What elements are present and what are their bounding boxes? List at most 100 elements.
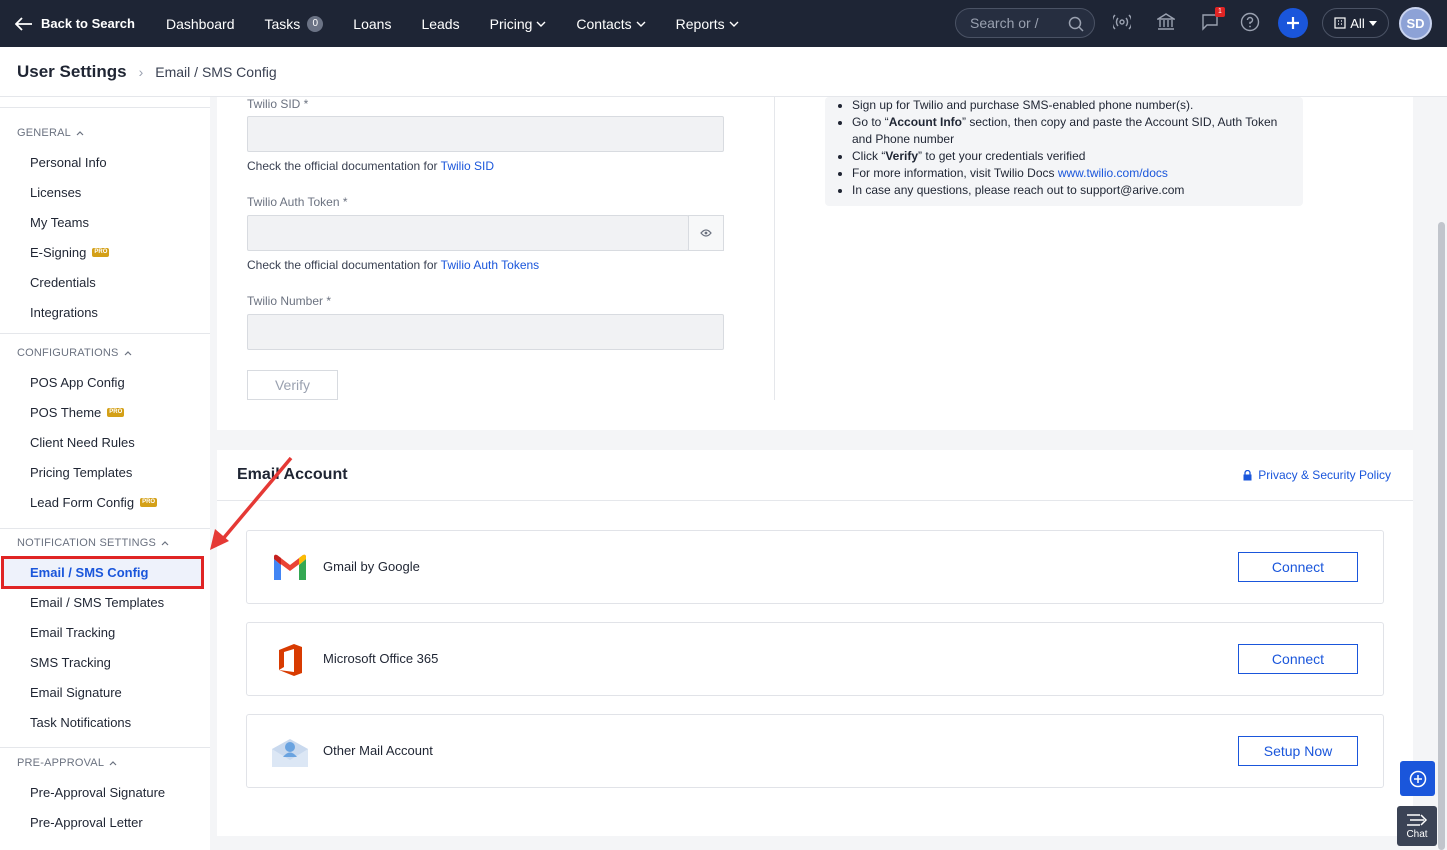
sidebar-item-label: Personal Info — [30, 155, 107, 170]
sidebar-item-pre-approval-letter[interactable]: Pre-Approval Letter — [30, 815, 143, 830]
sidebar-item-credentials[interactable]: Credentials — [30, 275, 96, 290]
nav-contacts[interactable]: Contacts — [576, 16, 646, 32]
nav-reports[interactable]: Reports — [676, 16, 739, 32]
help-text: Check the official documentation for — [247, 159, 441, 173]
provider-name: Microsoft Office 365 — [323, 651, 439, 666]
sidebar-item-task-notifications[interactable]: Task Notifications — [30, 715, 131, 730]
sidebar-item-pre-approval-signature[interactable]: Pre-Approval Signature — [30, 785, 165, 800]
privacy-security-link[interactable]: Privacy & Security Policy — [1243, 468, 1391, 482]
sidebar-item-personal-info[interactable]: Personal Info — [30, 155, 107, 170]
all-label: All — [1350, 15, 1365, 31]
sidebar-item-licenses[interactable]: Licenses — [30, 185, 81, 200]
verify-button[interactable]: Verify — [247, 370, 338, 400]
sidebar-item-my-teams[interactable]: My Teams — [30, 215, 89, 230]
arrow-left-icon — [15, 16, 32, 31]
section-general-title: GENERAL — [17, 127, 71, 139]
twilio-auth-token-label: Twilio Auth Token * — [247, 195, 348, 209]
nav-tasks[interactable]: Tasks 0 — [265, 15, 324, 32]
chat-label: Chat — [1406, 828, 1428, 840]
sidebar-item-e-signing[interactable]: E-Signing PRO — [30, 245, 110, 260]
sidebar-item-email-signature[interactable]: Email Signature — [30, 685, 122, 700]
floating-add-button[interactable] — [1400, 761, 1435, 796]
toggle-visibility-button[interactable] — [688, 215, 724, 251]
sidebar-item-integrations[interactable]: Integrations — [30, 305, 98, 320]
chat-button[interactable]: Chat — [1397, 806, 1437, 846]
instruction-item: Go to “Account Info” section, then copy … — [852, 114, 1292, 148]
page-header: User Settings › Email / SMS Config — [0, 47, 1447, 97]
pro-badge: PRO — [92, 248, 110, 257]
divider — [0, 333, 210, 334]
organization-filter-dropdown[interactable]: All — [1322, 8, 1389, 38]
twilio-auth-token-input[interactable] — [247, 215, 689, 251]
create-new-button[interactable] — [1278, 8, 1308, 38]
broadcast-icon[interactable] — [1113, 12, 1131, 32]
plus-circle-icon — [1409, 770, 1426, 787]
nav-loans-label: Loans — [353, 15, 392, 32]
sidebar-item-email-sms-templates[interactable]: Email / SMS Templates — [30, 595, 164, 610]
twilio-docs-link[interactable]: www.twilio.com/docs — [1058, 166, 1168, 180]
lock-icon — [1243, 469, 1252, 480]
bank-icon[interactable] — [1157, 12, 1175, 32]
building-icon — [1334, 17, 1346, 29]
global-search-input[interactable]: Search or / — [955, 8, 1095, 38]
sidebar-item-label: Pre-Approval Letter — [30, 815, 143, 830]
nav-reports-label: Reports — [675, 15, 725, 32]
connect-office365-button[interactable]: Connect — [1238, 644, 1358, 674]
chevron-up-icon — [109, 760, 117, 765]
sidebar-item-client-need-rules[interactable]: Client Need Rules — [30, 435, 135, 450]
section-notification-settings-header[interactable]: NOTIFICATION SETTINGS — [17, 537, 169, 549]
sidebar-item-pos-theme[interactable]: POS Theme PRO — [30, 405, 125, 420]
support-email: support@arive.com — [1080, 183, 1185, 197]
sidebar-item-pos-app-config[interactable]: POS App Config — [30, 375, 125, 390]
nav-leads[interactable]: Leads — [421, 16, 459, 32]
sidebar-item-sms-tracking[interactable]: SMS Tracking — [30, 655, 111, 670]
chevron-down-icon — [729, 21, 739, 27]
sidebar-item-label: Credentials — [30, 275, 96, 290]
twilio-sid-doc-link[interactable]: Twilio SID — [441, 159, 494, 173]
email-account-header: Email Account Privacy & Security Policy — [217, 450, 1413, 501]
sidebar-item-label: Pricing Templates — [30, 465, 133, 480]
instruction-item: Sign up for Twilio and purchase SMS-enab… — [852, 97, 1292, 114]
nav-pricing[interactable]: Pricing — [490, 16, 547, 32]
back-to-search-link[interactable]: Back to Search — [15, 16, 166, 31]
settings-sidebar: GENERAL Personal Info Licenses My Teams … — [0, 97, 210, 850]
sidebar-item-label: Email / SMS Templates — [30, 595, 165, 610]
page-title[interactable]: User Settings — [17, 62, 127, 82]
vertical-divider — [774, 97, 775, 400]
twilio-config-card: Twilio SID * Check the official document… — [217, 97, 1413, 430]
chevron-up-icon — [76, 130, 84, 135]
notification-count-badge: 1 — [1215, 7, 1225, 17]
top-navigation: Back to Search Dashboard Tasks 0 Loans Le… — [0, 0, 1447, 47]
twilio-sid-input[interactable] — [247, 116, 724, 152]
chevron-up-icon — [161, 540, 169, 545]
twilio-auth-tokens-doc-link[interactable]: Twilio Auth Tokens — [441, 258, 540, 272]
sidebar-item-lead-form-config[interactable]: Lead Form Config PRO — [30, 495, 158, 510]
tasks-count-badge: 0 — [307, 15, 324, 32]
sidebar-item-label: My Teams — [30, 215, 89, 230]
nav-dashboard[interactable]: Dashboard — [166, 16, 235, 32]
sidebar-item-label: E-Signing — [30, 245, 87, 260]
help-icon[interactable] — [1240, 12, 1260, 32]
instruction-item: Click “Verify” to get your credentials v… — [852, 148, 1292, 165]
section-general-header[interactable]: GENERAL — [17, 127, 84, 139]
sidebar-item-label: SMS Tracking — [30, 655, 111, 670]
chevron-up-icon — [124, 350, 132, 355]
scrollbar-thumb[interactable] — [1438, 222, 1445, 850]
nav-loans[interactable]: Loans — [353, 16, 391, 32]
sidebar-item-pricing-templates[interactable]: Pricing Templates — [30, 465, 132, 480]
twilio-token-help: Check the official documentation for Twi… — [247, 258, 539, 272]
user-avatar[interactable]: SD — [1399, 7, 1432, 40]
section-pre-approval-header[interactable]: PRE-APPROVAL — [17, 757, 117, 769]
connect-gmail-button[interactable]: Connect — [1238, 552, 1358, 582]
twilio-number-input[interactable] — [247, 314, 724, 350]
sidebar-item-label: Task Notifications — [30, 715, 132, 730]
sidebar-item-email-tracking[interactable]: Email Tracking — [30, 625, 115, 640]
setup-other-mail-button[interactable]: Setup Now — [1238, 736, 1358, 766]
instruction-item: For more information, visit Twilio Docs … — [852, 165, 1292, 182]
provider-name: Other Mail Account — [323, 743, 433, 758]
provider-gmail: Gmail by Google Connect — [246, 530, 1384, 604]
provider-name: Gmail by Google — [323, 559, 420, 574]
divider — [0, 747, 210, 748]
sidebar-item-email-sms-config[interactable]: Email / SMS Config — [30, 565, 148, 580]
section-configurations-header[interactable]: CONFIGURATIONS — [17, 347, 132, 359]
